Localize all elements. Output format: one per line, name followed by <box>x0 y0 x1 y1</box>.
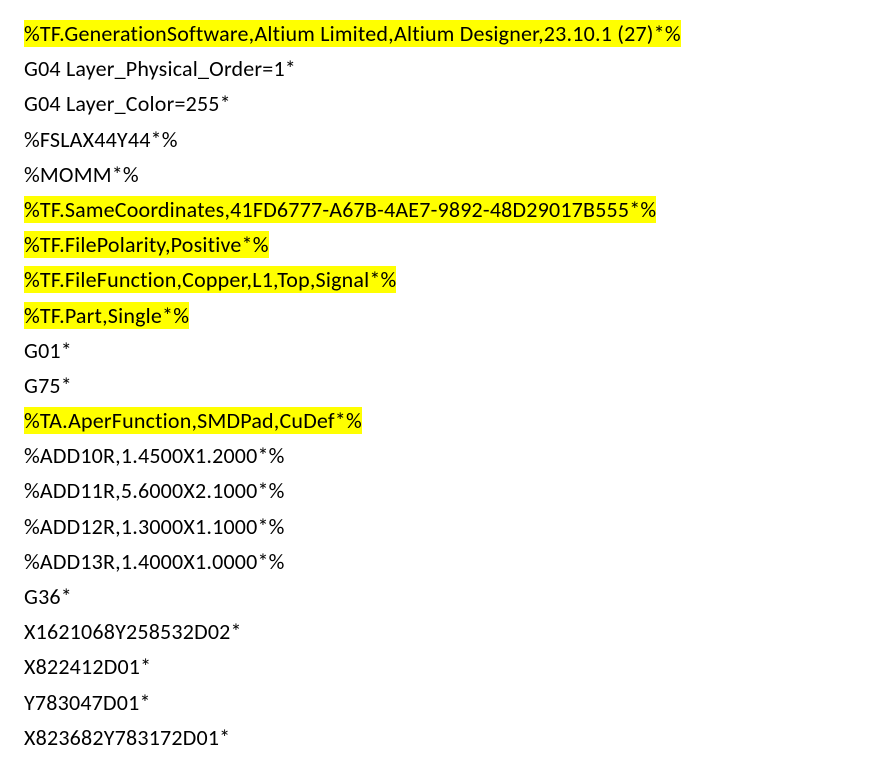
plain-text: G04 Layer_Physical_Order=1* <box>24 55 296 82</box>
plain-text: %FSLAX44Y44*% <box>24 126 178 153</box>
code-line: X823682Y783172D01* <box>24 720 850 755</box>
plain-text: G04 Layer_Color=255* <box>24 90 231 117</box>
highlighted-text: %TF.GenerationSoftware,Altium Limited,Al… <box>24 20 681 47</box>
code-line: G75* <box>24 368 850 403</box>
plain-text: G75* <box>24 372 72 399</box>
code-listing: %TF.GenerationSoftware,Altium Limited,Al… <box>24 16 850 755</box>
plain-text: %MOMM*% <box>24 161 139 188</box>
code-line: %TF.FileFunction,Copper,L1,Top,Signal*% <box>24 262 850 297</box>
code-line: G01* <box>24 333 850 368</box>
highlighted-text: %TF.Part,Single*% <box>24 302 189 329</box>
plain-text: %ADD13R,1.4000X1.0000*% <box>24 548 285 575</box>
code-line: %ADD10R,1.4500X1.2000*% <box>24 438 850 473</box>
code-line: G04 Layer_Physical_Order=1* <box>24 51 850 86</box>
plain-text: %ADD12R,1.3000X1.1000*% <box>24 513 285 540</box>
code-line: %TF.FilePolarity,Positive*% <box>24 227 850 262</box>
code-line: %TA.AperFunction,SMDPad,CuDef*% <box>24 403 850 438</box>
plain-text: %ADD11R,5.6000X2.1000*% <box>24 477 285 504</box>
code-line: Y783047D01* <box>24 685 850 720</box>
code-line: G04 Layer_Color=255* <box>24 86 850 121</box>
highlighted-text: %TF.SameCoordinates,41FD6777-A67B-4AE7-9… <box>24 196 656 223</box>
plain-text: G01* <box>24 337 72 364</box>
plain-text: G36* <box>24 583 72 610</box>
code-line: %FSLAX44Y44*% <box>24 122 850 157</box>
code-line: %TF.SameCoordinates,41FD6777-A67B-4AE7-9… <box>24 192 850 227</box>
highlighted-text: %TA.AperFunction,SMDPad,CuDef*% <box>24 407 362 434</box>
highlighted-text: %TF.FileFunction,Copper,L1,Top,Signal*% <box>24 266 396 293</box>
code-line: %ADD12R,1.3000X1.1000*% <box>24 509 850 544</box>
code-line: %ADD11R,5.6000X2.1000*% <box>24 473 850 508</box>
code-line: %TF.Part,Single*% <box>24 298 850 333</box>
plain-text: X823682Y783172D01* <box>24 724 230 751</box>
code-line: X1621068Y258532D02* <box>24 614 850 649</box>
code-line: %MOMM*% <box>24 157 850 192</box>
code-line: G36* <box>24 579 850 614</box>
plain-text: %ADD10R,1.4500X1.2000*% <box>24 442 285 469</box>
code-line: %TF.GenerationSoftware,Altium Limited,Al… <box>24 16 850 51</box>
highlighted-text: %TF.FilePolarity,Positive*% <box>24 231 269 258</box>
code-line: %ADD13R,1.4000X1.0000*% <box>24 544 850 579</box>
code-line: X822412D01* <box>24 649 850 684</box>
plain-text: X822412D01* <box>24 653 151 680</box>
plain-text: X1621068Y258532D02* <box>24 618 242 645</box>
plain-text: Y783047D01* <box>24 689 151 716</box>
